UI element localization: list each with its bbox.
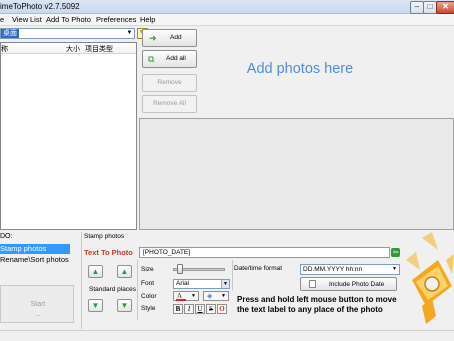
file-list[interactable]: 称 大小 项目类型 bbox=[0, 42, 137, 230]
color-label: Color bbox=[141, 293, 157, 300]
add-all-button-label: Add all bbox=[166, 55, 186, 62]
menu-file[interactable]: e bbox=[0, 15, 4, 24]
text-color-button[interactable]: A ▼ bbox=[173, 291, 199, 301]
chevron-down-icon: ▼ bbox=[191, 293, 196, 299]
italic-button[interactable]: I bbox=[184, 304, 194, 314]
column-size[interactable]: 大小 bbox=[66, 44, 80, 54]
menu-add-to-photo[interactable]: Add To Photo bbox=[46, 15, 91, 24]
remove-button[interactable]: Remove bbox=[142, 74, 197, 92]
remove-all-button[interactable]: Remove All bbox=[142, 95, 197, 113]
font-select[interactable]: Arial ▼ bbox=[173, 279, 230, 289]
place-top-left-button[interactable]: ▲ bbox=[88, 265, 103, 278]
datetime-format-select[interactable]: DD.MM.YYYY hh:nn ▼ bbox=[300, 264, 400, 275]
add-button[interactable]: ➜ Add bbox=[142, 29, 197, 47]
minimize-button[interactable]: – bbox=[410, 1, 424, 14]
font-label: Font bbox=[141, 280, 155, 287]
window-title: imeToPhoto v2.7.5092 bbox=[0, 2, 80, 11]
column-type[interactable]: 项目类型 bbox=[85, 44, 113, 54]
title-bar: imeToPhoto v2.7.5092 – □ ✕ bbox=[0, 0, 454, 14]
todo-item-stamp-photos[interactable]: Stamp photos bbox=[0, 244, 70, 254]
chevron-down-icon[interactable]: ▼ bbox=[125, 29, 134, 38]
maximize-button[interactable]: □ bbox=[423, 1, 437, 14]
chevron-down-icon: ▼ bbox=[221, 293, 226, 299]
stamp-section-title: Stamp photos bbox=[84, 233, 125, 240]
file-list-header: 称 大小 项目类型 bbox=[1, 43, 136, 54]
arrow-down-icon: ▼ bbox=[91, 301, 100, 310]
menu-preferences[interactable]: Preferences bbox=[96, 15, 136, 24]
move-text-hint: Press and hold left mouse button to move… bbox=[237, 295, 397, 314]
paint-bucket-icon: ◈ bbox=[207, 293, 213, 300]
text-to-photo-label: Text To Photo bbox=[84, 248, 133, 257]
include-photo-date-label: Include Photo Date bbox=[329, 281, 385, 288]
apply-text-button[interactable]: ⇦ bbox=[391, 248, 400, 257]
add-all-icon: ⧉ bbox=[148, 54, 155, 64]
start-button-label: Start bbox=[30, 301, 46, 308]
panel-divider bbox=[137, 260, 138, 320]
panel-divider bbox=[81, 232, 82, 329]
add-all-button[interactable]: ⧉ Add all bbox=[142, 50, 197, 68]
menu-list[interactable]: List bbox=[30, 15, 42, 24]
include-photo-date-button[interactable]: Include Photo Date bbox=[300, 277, 397, 291]
add-button-label: Add bbox=[170, 34, 182, 41]
todo-title: DO: bbox=[0, 233, 13, 240]
status-bar bbox=[0, 330, 454, 341]
arrow-left-icon: ⇦ bbox=[392, 249, 399, 256]
arrow-down-icon: ▼ bbox=[120, 301, 129, 310]
remove-button-label: Remove bbox=[157, 78, 182, 86]
style-label: Style bbox=[141, 305, 156, 312]
datetime-format-value: DD.MM.YYYY hh:nn bbox=[303, 266, 363, 273]
menu-bar: e View List Add To Photo Preferences Hel… bbox=[0, 14, 454, 26]
drop-area[interactable]: Add photos here bbox=[200, 27, 454, 117]
start-button[interactable]: Start ‥ bbox=[0, 285, 74, 323]
panel-divider bbox=[232, 260, 233, 290]
column-name[interactable]: 称 bbox=[1, 44, 8, 54]
size-label: Size bbox=[141, 266, 154, 273]
strikethrough-button[interactable]: S bbox=[206, 304, 216, 314]
place-top-right-button[interactable]: ▲ bbox=[117, 265, 132, 278]
photo-preview-area[interactable] bbox=[139, 118, 454, 230]
standard-places-label: Standard places bbox=[89, 286, 136, 293]
chevron-down-icon[interactable]: ▼ bbox=[221, 280, 229, 288]
calendar-icon bbox=[309, 280, 316, 288]
drop-area-hint: Add photos here bbox=[246, 61, 354, 77]
size-slider-thumb[interactable] bbox=[177, 264, 183, 274]
todo-item-rename-sort[interactable]: Rename\Sort photos bbox=[0, 255, 70, 265]
color-swatch bbox=[176, 299, 186, 301]
place-bottom-right-button[interactable]: ▼ bbox=[117, 299, 132, 312]
remove-all-button-label: Remove All bbox=[153, 99, 186, 107]
app-logo bbox=[402, 230, 454, 329]
arrow-up-icon: ▲ bbox=[91, 267, 100, 276]
bold-button[interactable]: B bbox=[173, 304, 183, 314]
outline-button[interactable]: O bbox=[217, 304, 227, 314]
background-color-button[interactable]: ◈ ▼ bbox=[203, 291, 229, 301]
timetophoto-logo-icon bbox=[406, 232, 454, 324]
underline-button[interactable]: U bbox=[195, 304, 205, 314]
arrow-up-icon: ▲ bbox=[120, 267, 129, 276]
place-bottom-left-button[interactable]: ▼ bbox=[88, 299, 103, 312]
arrow-right-icon: ➜ bbox=[149, 33, 157, 43]
datetime-format-label: Date/time format bbox=[234, 265, 283, 272]
start-button-dots: ‥ bbox=[35, 311, 41, 318]
folder-path-combo[interactable]: 桌面 ▼ bbox=[0, 28, 135, 39]
close-button[interactable]: ✕ bbox=[436, 1, 454, 14]
font-select-value: Arial bbox=[176, 280, 190, 287]
folder-path-value: 桌面 bbox=[1, 29, 19, 38]
chevron-down-icon[interactable]: ▼ bbox=[392, 265, 397, 274]
menu-view[interactable]: View bbox=[12, 15, 28, 24]
menu-help[interactable]: Help bbox=[140, 15, 155, 24]
stamp-text-input[interactable]: [PHOTO_DATE] bbox=[139, 247, 390, 258]
